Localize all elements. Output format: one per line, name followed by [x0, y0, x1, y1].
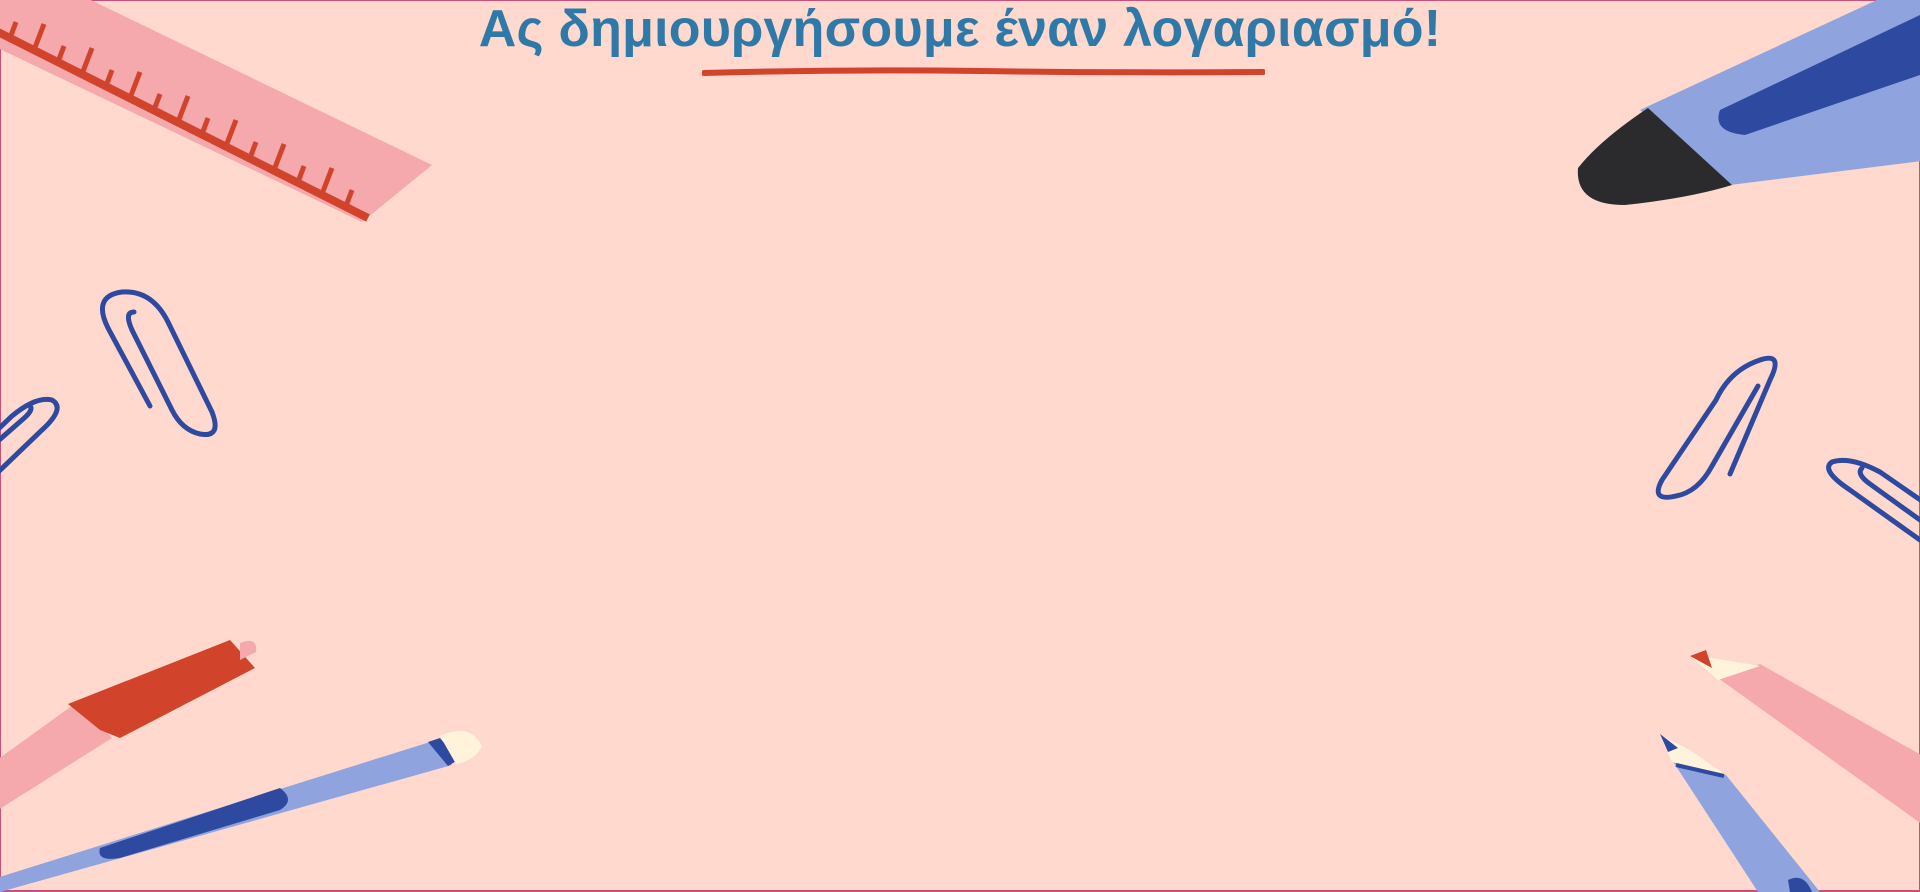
ruler-icon — [0, 0, 432, 222]
paperclip-icon — [1655, 355, 1920, 543]
marker-icon — [1577, 0, 1920, 205]
decorations-layer — [0, 0, 1920, 892]
pencil-icon — [1660, 734, 1820, 892]
paperclip-icon — [0, 289, 218, 474]
pen-icon — [0, 640, 257, 809]
